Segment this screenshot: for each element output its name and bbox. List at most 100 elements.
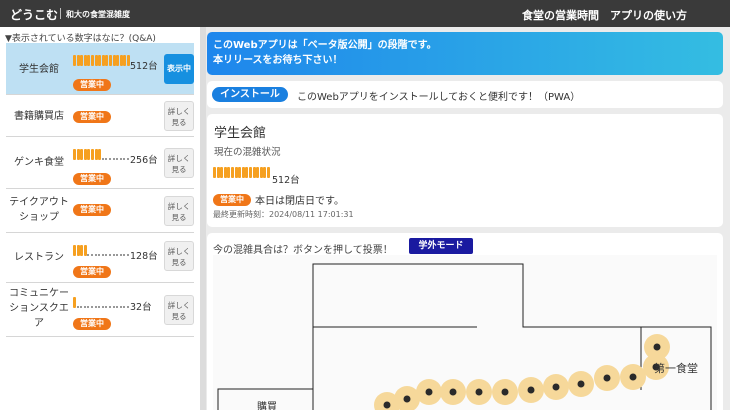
congestion-meter xyxy=(73,148,133,162)
meter-dot xyxy=(94,254,97,256)
status-badge: 営業中 xyxy=(73,266,111,278)
meter-dot xyxy=(109,158,111,160)
facility-subtitle: 現在の混雑状況 xyxy=(214,147,281,158)
detail-button[interactable]: 詳しく 見る xyxy=(164,295,194,325)
meter-dot xyxy=(76,306,79,308)
count-label: 512台 xyxy=(130,61,158,72)
sidebar-item-label: 書籍購買店 xyxy=(14,111,64,122)
meter-bar xyxy=(87,55,91,66)
status-badge: 営業中 xyxy=(73,111,111,123)
meter-dot xyxy=(116,306,119,308)
meter-dot xyxy=(119,158,122,160)
status-card: 学生会館 現在の混雑状況 512台 営業中 本日は閉店日です。 最終更新時刻：2… xyxy=(207,114,723,227)
count-label: 256台 xyxy=(130,155,158,166)
sidebar-item-genki[interactable]: ゲンキ食堂 256台 営業中 詳しく 見る xyxy=(6,137,194,189)
meter-dot xyxy=(123,158,126,160)
meter-dot xyxy=(119,254,122,256)
meter-dot xyxy=(127,254,129,256)
meter-dot xyxy=(98,306,101,308)
meter-dot xyxy=(80,306,83,308)
detail-button-line: 見る xyxy=(171,258,187,267)
meter-bar xyxy=(238,167,242,178)
meter-bar xyxy=(73,297,76,308)
seat-dot xyxy=(383,401,391,409)
meter-bar xyxy=(213,167,216,178)
meter-bar xyxy=(263,167,267,178)
meter-dot xyxy=(91,306,93,308)
meter-dot xyxy=(101,254,104,256)
meter-dot xyxy=(105,254,108,256)
status-badge: 営業中 xyxy=(73,79,111,91)
sidebar-item-restaurant[interactable]: レストラン 128台 営業中 詳しく 見る xyxy=(6,233,194,283)
meter-bar xyxy=(267,167,270,178)
meter-bar xyxy=(94,55,98,66)
partial-room-label: 購買 xyxy=(257,400,277,410)
nav-hours-link[interactable]: 食堂の営業時間 xyxy=(522,7,599,23)
seat-dot xyxy=(475,388,483,396)
congestion-meter xyxy=(73,296,133,310)
meter-bar xyxy=(109,55,112,66)
detail-button-line: 見る xyxy=(171,312,187,321)
meter-bar xyxy=(231,167,234,178)
sidebar-item-gakusei-kaikan[interactable]: 学生会館 512台 営業中 表示中 xyxy=(6,43,194,95)
meter-dot xyxy=(123,306,126,308)
seat-dot xyxy=(527,386,535,394)
meter-dot xyxy=(109,306,111,308)
detail-button-line: 詳しく xyxy=(167,301,191,310)
count-label: 128台 xyxy=(130,251,158,262)
meter-dot xyxy=(101,306,104,308)
meter-dot xyxy=(112,158,115,160)
floor-map[interactable]: 第一食堂 購買 xyxy=(213,255,717,410)
sidebar-item-label: テイクアウトショップ xyxy=(9,197,69,223)
notice-line-2: 本リリースをお待ち下さい！ xyxy=(213,55,343,66)
meter-dot xyxy=(98,254,101,256)
mode-badge[interactable]: 学外モード xyxy=(409,238,473,254)
top-bar: どうこむ 和大の食堂混雑度 食堂の営業時間 アプリの使い方 xyxy=(0,0,730,27)
detail-button[interactable]: 詳しく 見る xyxy=(164,101,194,131)
beta-notice-banner: このWebアプリは「ベータ版公開」の段階です。 本リリースをお待ち下さい！ xyxy=(207,32,723,75)
meter-bar xyxy=(101,55,105,66)
seat-dot xyxy=(552,383,560,391)
meter-bar xyxy=(83,149,87,160)
app-logo[interactable]: どうこむ xyxy=(10,6,58,23)
meter-dot xyxy=(94,306,97,308)
congestion-meter xyxy=(73,54,133,68)
meter-dot xyxy=(112,254,115,256)
showing-button[interactable]: 表示中 xyxy=(164,54,194,84)
nav-howto-link[interactable]: アプリの使い方 xyxy=(610,7,687,23)
meter-bar xyxy=(220,167,224,178)
congestion-meter xyxy=(73,244,133,258)
detail-button-line: 詳しく xyxy=(167,107,191,116)
detail-button-line: 詳しく xyxy=(167,154,191,163)
meter-bar xyxy=(73,149,76,160)
detail-button[interactable]: 詳しく 見る xyxy=(164,148,194,178)
meter-bar xyxy=(216,167,220,178)
detail-button[interactable]: 詳しく 見る xyxy=(164,196,194,226)
status-badge: 営業中 xyxy=(213,194,251,206)
install-description: このWebアプリをインストールしておくと便利です！（PWA） xyxy=(297,92,581,103)
meter-bar xyxy=(87,149,91,160)
last-updated: 最終更新時刻：2024/08/11 17:01:31 xyxy=(213,210,354,219)
meter-bar xyxy=(73,55,76,66)
detail-button[interactable]: 詳しく 見る xyxy=(164,241,194,271)
seat-dot xyxy=(653,343,661,351)
install-button[interactable]: インストール xyxy=(212,87,288,102)
meter-bar xyxy=(73,245,76,256)
app-subtitle: 和大の食堂混雑度 xyxy=(66,10,130,19)
seat-dot xyxy=(603,374,611,382)
meter-dot xyxy=(83,306,86,308)
sidebar-item-comm-square[interactable]: コミュニケーションスクエア 32台 営業中 詳しく 見る xyxy=(6,283,194,337)
meter-bar xyxy=(119,55,123,66)
sidebar-item-takeout[interactable]: テイクアウトショップ 営業中 詳しく 見る xyxy=(6,189,194,233)
meter-bar xyxy=(91,55,94,66)
seat-dot xyxy=(425,388,433,396)
seat-dot xyxy=(577,380,585,388)
detail-button-line: 詳しく xyxy=(167,202,191,211)
vote-card: 今の混雑具合は？ボタンを押して投票！ 学外モード 第一食堂 購買 xyxy=(207,233,723,410)
sidebar-item-shoseki[interactable]: 書籍購買店 営業中 詳しく 見る xyxy=(6,95,194,137)
meter-dot xyxy=(123,254,126,256)
meter-bar xyxy=(76,149,80,160)
sidebar-item-label: ゲンキ食堂 xyxy=(14,157,64,168)
detail-button-line: 見る xyxy=(171,213,187,222)
closed-note: 本日は閉店日です。 xyxy=(255,196,344,207)
